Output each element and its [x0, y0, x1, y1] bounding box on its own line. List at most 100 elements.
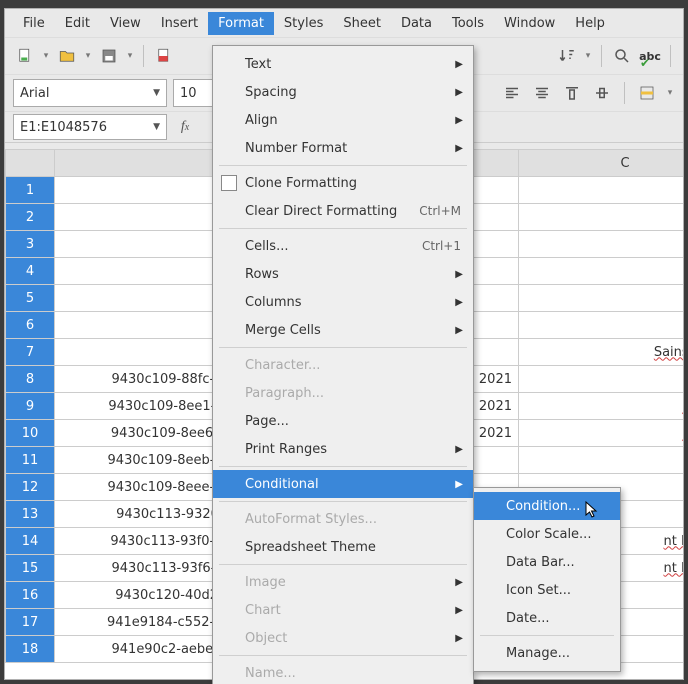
row-header[interactable]: 14	[6, 528, 55, 555]
menu-item-manage[interactable]: Manage...	[474, 639, 620, 667]
submenu-arrow-icon: ▶	[455, 143, 463, 154]
row-header[interactable]: 1	[6, 177, 55, 204]
menu-separator	[219, 655, 467, 656]
dropdown-icon[interactable]: ▾	[125, 51, 135, 61]
menu-insert[interactable]: Insert	[151, 12, 208, 35]
row-header[interactable]: 4	[6, 258, 55, 285]
menu-item-cells[interactable]: Cells...Ctrl+1	[213, 232, 473, 260]
cell[interactable]: aypal	[519, 447, 684, 474]
font-size-value: 10	[180, 86, 197, 101]
separator	[601, 45, 602, 67]
row-header[interactable]: 13	[6, 501, 55, 528]
dropdown-icon[interactable]: ▾	[83, 51, 93, 61]
row-header[interactable]: 8	[6, 366, 55, 393]
conditional-submenu: Condition...Color Scale...Data Bar...Ico…	[473, 487, 621, 672]
content-area: FileEditViewInsertFormatStylesSheetDataT…	[4, 8, 684, 680]
row-header[interactable]: 5	[6, 285, 55, 312]
row-header[interactable]: 2	[6, 204, 55, 231]
sort-icon[interactable]	[555, 44, 579, 68]
dropdown-icon[interactable]: ▾	[41, 51, 51, 61]
menu-item-label: Number Format	[245, 141, 347, 156]
align-center-icon[interactable]	[530, 81, 554, 105]
cell[interactable]: Emma	[519, 285, 684, 312]
menu-item-align[interactable]: Align▶	[213, 106, 473, 134]
menu-item-icon-set[interactable]: Icon Set...	[474, 576, 620, 604]
menu-item-columns[interactable]: Columns▶	[213, 288, 473, 316]
menu-item-page[interactable]: Page...	[213, 407, 473, 435]
row-header[interactable]: 18	[6, 636, 55, 663]
cell[interactable]: Payee	[519, 177, 684, 204]
align-top-icon[interactable]	[560, 81, 584, 105]
menu-edit[interactable]: Edit	[55, 12, 100, 35]
row-header[interactable]: 10	[6, 420, 55, 447]
menu-view[interactable]: View	[100, 12, 151, 35]
row-header[interactable]: 11	[6, 447, 55, 474]
menu-item-label: Columns	[245, 295, 302, 310]
row-header[interactable]: 12	[6, 474, 55, 501]
row-header[interactable]: 3	[6, 231, 55, 258]
cell[interactable]: Paypal	[519, 393, 684, 420]
menu-item-text[interactable]: Text▶	[213, 50, 473, 78]
row-header[interactable]: 7	[6, 339, 55, 366]
menu-item-label: Date...	[506, 611, 549, 626]
separator	[143, 45, 144, 67]
menu-file[interactable]: File	[13, 12, 55, 35]
dropdown-icon[interactable]: ▾	[665, 88, 675, 98]
spellcheck-icon[interactable]: abc✔	[638, 44, 662, 68]
menu-item-date[interactable]: Date...	[474, 604, 620, 632]
row-header[interactable]: 16	[6, 582, 55, 609]
cell[interactable]: Paypal	[519, 420, 684, 447]
menu-window[interactable]: Window	[494, 12, 565, 35]
row-header[interactable]: 9	[6, 393, 55, 420]
cell[interactable]: Emma	[519, 231, 684, 258]
cell-reference-combo[interactable]: E1:E1048576▼	[13, 114, 167, 140]
menu-data[interactable]: Data	[391, 12, 442, 35]
open-icon[interactable]	[55, 44, 79, 68]
menu-styles[interactable]: Styles	[274, 12, 333, 35]
menu-item-number-format[interactable]: Number Format ▶	[213, 134, 473, 162]
menu-item-print-ranges[interactable]: Print Ranges▶	[213, 435, 473, 463]
menu-separator	[219, 347, 467, 348]
menu-item-condition[interactable]: Condition...	[474, 492, 620, 520]
new-file-icon[interactable]	[13, 44, 37, 68]
export-pdf-icon[interactable]	[152, 44, 176, 68]
menu-item-label: Text	[245, 57, 271, 72]
menu-tools[interactable]: Tools	[442, 12, 494, 35]
menu-item-spacing[interactable]: Spacing▶	[213, 78, 473, 106]
submenu-arrow-icon: ▶	[455, 633, 463, 644]
cell[interactable]	[519, 204, 684, 231]
save-icon[interactable]	[97, 44, 121, 68]
menu-item-label: Spacing	[245, 85, 297, 100]
menu-item-clone-formatting[interactable]: Clone Formatting	[213, 169, 473, 197]
align-middle-icon[interactable]	[590, 81, 614, 105]
checkbox-icon	[221, 175, 237, 191]
menu-item-conditional[interactable]: Conditional▶	[213, 470, 473, 498]
dropdown-icon: ▼	[153, 122, 160, 132]
row-header[interactable]: 6	[6, 312, 55, 339]
menu-separator	[219, 466, 467, 467]
menu-format[interactable]: Format	[208, 12, 274, 35]
find-icon[interactable]	[610, 44, 634, 68]
menu-item-label: Object	[245, 631, 287, 646]
menu-item-merge-cells[interactable]: Merge Cells▶	[213, 316, 473, 344]
menu-help[interactable]: Help	[565, 12, 615, 35]
insert-row-icon[interactable]	[635, 81, 659, 105]
menu-item-color-scale[interactable]: Color Scale...	[474, 520, 620, 548]
dropdown-icon[interactable]: ▾	[583, 51, 593, 61]
align-left-icon[interactable]	[500, 81, 524, 105]
menu-item-rows[interactable]: Rows▶	[213, 260, 473, 288]
cell[interactable]: Emma	[519, 312, 684, 339]
row-header[interactable]: 15	[6, 555, 55, 582]
menu-item-clear-direct-formatting[interactable]: Clear Direct FormattingCtrl+M	[213, 197, 473, 225]
font-name-combo[interactable]: Arial▼	[13, 79, 167, 107]
menu-sheet[interactable]: Sheet	[333, 12, 391, 35]
function-wizard-icon[interactable]: fx	[173, 115, 197, 139]
cell[interactable]: Sainsburys	[519, 339, 684, 366]
menu-item-spreadsheet-theme[interactable]: Spreadsheet Theme	[213, 533, 473, 561]
cell[interactable]: Tesco	[519, 366, 684, 393]
row-header[interactable]: 17	[6, 609, 55, 636]
menu-item-data-bar[interactable]: Data Bar...	[474, 548, 620, 576]
menu-item-label: Align	[245, 113, 278, 128]
column-header[interactable]: C	[519, 150, 684, 177]
cell[interactable]: Emma	[519, 258, 684, 285]
